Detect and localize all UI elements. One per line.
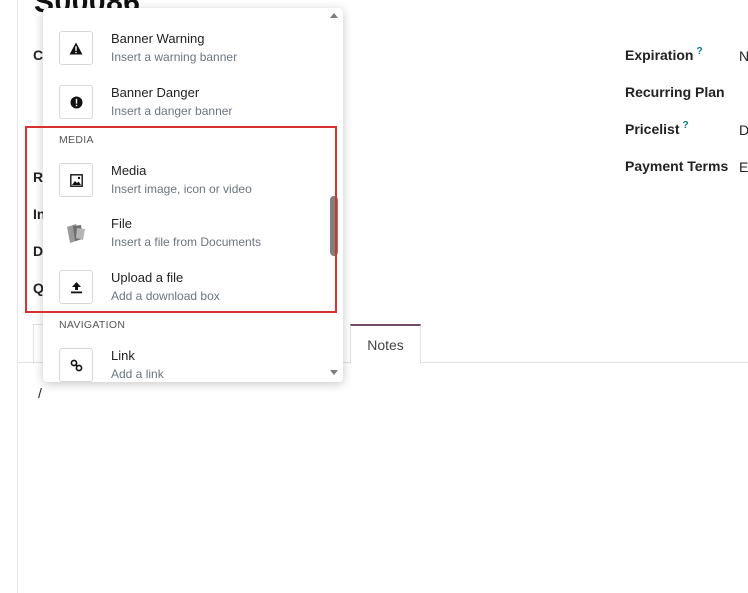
pricelist-label-text: Pricelist — [625, 121, 680, 137]
scroll-up-arrow-icon[interactable] — [330, 13, 338, 18]
help-tooltip-icon[interactable]: ? — [696, 46, 702, 57]
item-title: Upload a file — [111, 270, 184, 285]
pricelist-label: Pricelist? — [625, 120, 689, 137]
item-description: Insert a danger banner — [111, 104, 233, 118]
powerbox-item-link[interactable]: Link Add a link — [43, 348, 333, 382]
exclamation-circle-icon — [59, 85, 93, 119]
upload-icon — [59, 270, 93, 304]
powerbox-item-file[interactable]: File Insert a file from Documents — [43, 216, 333, 266]
powerbox-item-upload-file[interactable]: Upload a file Add a download box — [43, 270, 333, 320]
item-description: Add a link — [111, 367, 164, 381]
notes-editor[interactable]: / — [38, 385, 42, 401]
payment-terms-value[interactable]: E — [739, 159, 748, 175]
field-label-cut-4: D — [33, 243, 44, 259]
item-description: Add a download box — [111, 289, 220, 303]
item-title: Banner Danger — [111, 85, 200, 100]
expiration-value[interactable]: N — [739, 48, 748, 64]
powerbox-item-banner-danger[interactable]: Banner Danger Insert a danger banner — [43, 85, 333, 135]
item-description: Insert image, icon or video — [111, 182, 252, 196]
image-icon — [59, 163, 93, 197]
warning-triangle-icon — [59, 31, 93, 65]
powerbox-command-menu[interactable]: Banner Warning Insert a warning banner B… — [43, 8, 343, 382]
page-left-border — [17, 0, 18, 593]
payment-terms-label: Payment Terms — [625, 158, 728, 174]
expiration-label: Expiration? — [625, 46, 703, 63]
item-title: Link — [111, 348, 135, 363]
recurring-plan-label: Recurring Plan — [625, 84, 725, 100]
powerbox-item-banner-warning[interactable]: Banner Warning Insert a warning banner — [43, 31, 333, 81]
item-title: Media — [111, 163, 147, 178]
item-description: Insert a warning banner — [111, 50, 238, 64]
link-icon — [59, 348, 93, 382]
scroll-down-arrow-icon[interactable] — [330, 370, 338, 375]
expiration-label-text: Expiration — [625, 47, 694, 63]
item-description: Insert a file from Documents — [111, 235, 262, 249]
category-media: MEDIA — [59, 134, 94, 146]
payment-terms-label-text: Payment Terms — [625, 158, 729, 174]
item-title: File — [111, 216, 132, 231]
tab-notes[interactable]: Notes — [350, 324, 421, 364]
item-title: Banner Warning — [111, 31, 205, 46]
powerbox-item-media[interactable]: Media Insert image, icon or video — [43, 163, 333, 213]
pricelist-value[interactable]: D — [739, 122, 748, 138]
category-navigation: NAVIGATION — [59, 319, 126, 331]
scrollbar-thumb[interactable] — [330, 196, 338, 256]
file-documents-icon — [59, 216, 93, 250]
field-label-cut-1: C — [33, 47, 44, 63]
help-tooltip-icon[interactable]: ? — [682, 120, 688, 131]
recurring-plan-label-text: Recurring Plan — [625, 84, 725, 100]
